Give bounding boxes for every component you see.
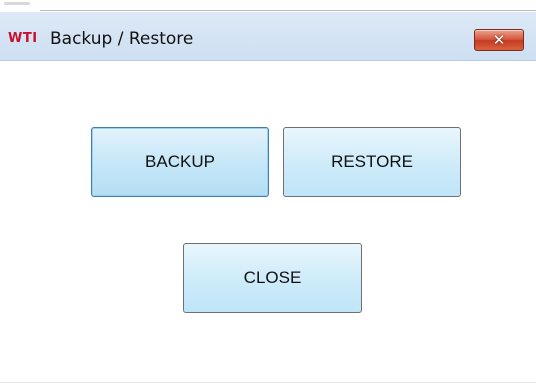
restore-button-label: RESTORE — [331, 152, 413, 171]
close-button[interactable]: CLOSE — [183, 243, 362, 313]
edge-marker — [4, 2, 30, 5]
app-logo: WTI — [8, 31, 38, 46]
title-bar[interactable]: WTI Backup / Restore ✕ — [0, 12, 536, 61]
backup-button-label: BACKUP — [145, 152, 215, 171]
window-title: Backup / Restore — [50, 29, 194, 49]
close-icon: ✕ — [492, 31, 506, 49]
restore-button[interactable]: RESTORE — [283, 127, 461, 197]
close-button-label: CLOSE — [243, 268, 302, 287]
backup-button[interactable]: BACKUP — [91, 127, 269, 197]
edge-rule — [40, 10, 536, 11]
window-close-button[interactable]: ✕ — [474, 29, 524, 51]
window-top-edge — [0, 0, 536, 12]
window-bottom-edge — [0, 382, 536, 383]
